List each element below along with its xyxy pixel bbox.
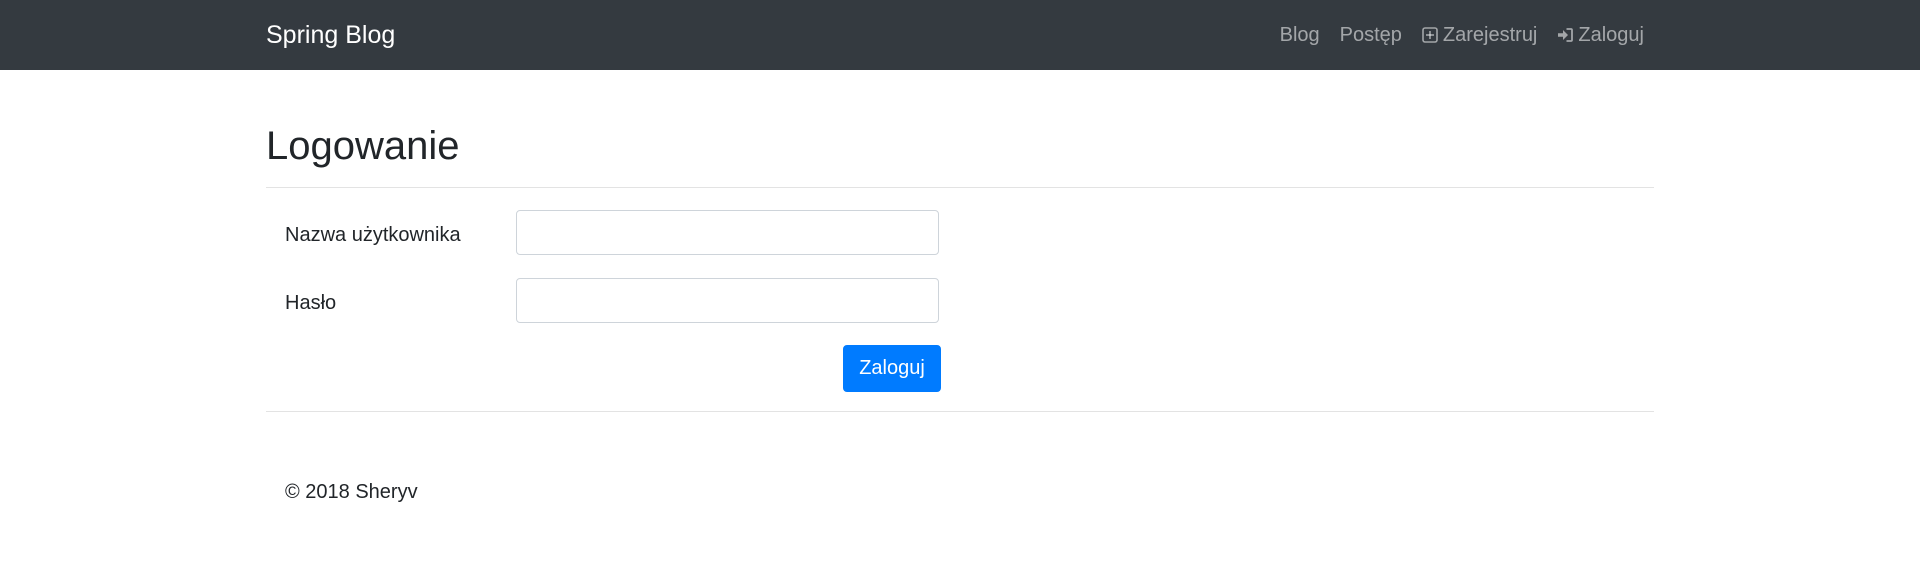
plus-square-icon: [1422, 27, 1438, 43]
navbar-links: Blog Postęp Zarejestruj Zaloguj: [1280, 22, 1644, 48]
navbar-brand[interactable]: Spring Blog: [266, 19, 395, 51]
password-label: Hasło: [285, 292, 337, 314]
nav-link-label: Postęp: [1339, 24, 1402, 46]
nav-link-label: Zaloguj: [1578, 24, 1644, 46]
username-label: Nazwa użytkownika: [285, 224, 461, 246]
nav-link-blog[interactable]: Blog: [1280, 22, 1320, 48]
login-submit-button[interactable]: Zaloguj: [843, 345, 941, 392]
password-input[interactable]: [516, 278, 939, 323]
nav-link-label: Blog: [1279, 24, 1320, 46]
top-navbar: Spring Blog Blog Postęp Zarejestruj Zalo…: [0, 0, 1920, 70]
divider: [266, 187, 1654, 188]
page-title: Logowanie: [266, 124, 460, 168]
nav-link-login[interactable]: Zaloguj: [1557, 22, 1644, 48]
divider: [266, 411, 1654, 412]
footer-copyright: © 2018 Sheryv: [285, 481, 418, 503]
nav-link-register[interactable]: Zarejestruj: [1422, 22, 1537, 48]
nav-link-postep[interactable]: Postęp: [1340, 22, 1402, 48]
nav-link-label: Zarejestruj: [1442, 24, 1538, 46]
username-input[interactable]: [516, 210, 939, 255]
sign-in-icon: [1557, 27, 1574, 43]
